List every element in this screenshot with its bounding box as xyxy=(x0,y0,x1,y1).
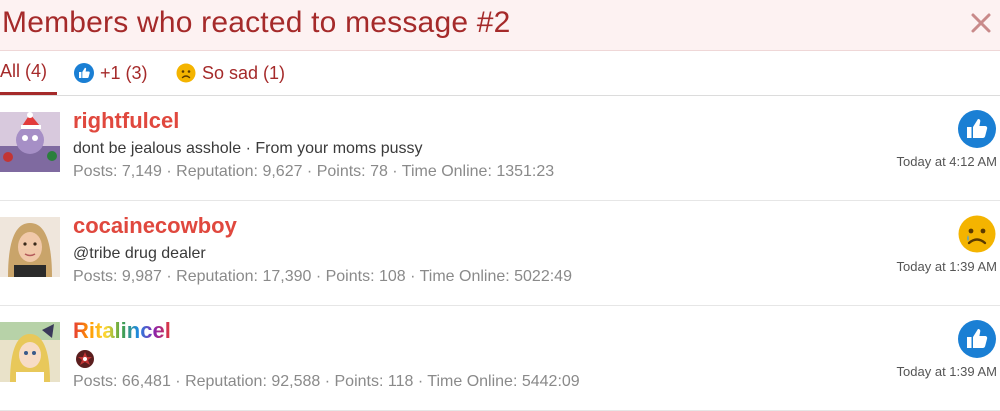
reaction-time: Today at 4:12 AM xyxy=(896,154,997,169)
tab-all-label: All (4) xyxy=(0,61,48,81)
thumbs-up-icon xyxy=(74,63,94,83)
avatar[interactable] xyxy=(0,322,60,382)
username-link[interactable]: Ritalincel xyxy=(73,318,171,344)
list-item: Ritalincel Posts: 66,481 · Reputation: 9… xyxy=(0,306,1000,411)
member-list: rightfulcel dont be jealous asshole · Fr… xyxy=(0,96,1000,411)
avatar[interactable] xyxy=(0,112,60,172)
reaction-tabs: All (4) +1 (3) So sad (1) xyxy=(0,51,1000,96)
tab-all[interactable]: All (4) xyxy=(0,51,58,95)
list-item: cocainecowboy @tribe drug dealer Posts: … xyxy=(0,201,1000,306)
username-link[interactable]: cocainecowboy xyxy=(73,213,237,239)
close-icon[interactable] xyxy=(970,12,992,34)
tab-so-sad[interactable]: So sad (1) xyxy=(176,51,285,95)
user-title: @tribe drug dealer xyxy=(73,245,206,262)
user-stats: Posts: 7,149 · Reputation: 9,627 · Point… xyxy=(73,163,555,180)
tab-so-sad-label: So sad (1) xyxy=(202,62,286,83)
user-stats: Posts: 9,987 · Reputation: 17,390 · Poin… xyxy=(73,268,572,285)
star-badge-icon xyxy=(76,350,94,368)
reaction-time: Today at 1:39 AM xyxy=(896,259,997,274)
thumbs-up-icon xyxy=(958,110,996,148)
user-title: dont be jealous asshole · From your moms… xyxy=(73,140,423,157)
overlay-title: Members who reacted to message #2 xyxy=(2,6,511,39)
username-link[interactable]: rightfulcel xyxy=(73,108,179,134)
sad-face-icon xyxy=(958,215,996,253)
tab-plus-one[interactable]: +1 (3) xyxy=(74,51,148,95)
avatar[interactable] xyxy=(0,217,60,277)
thumbs-up-icon xyxy=(958,320,996,358)
close-button[interactable] xyxy=(966,8,996,38)
reactions-overlay: Members who reacted to message #2 All (4… xyxy=(0,0,1000,411)
tab-plus-one-label: +1 (3) xyxy=(100,62,148,83)
sad-face-icon xyxy=(176,63,196,83)
reaction-time: Today at 1:39 AM xyxy=(896,364,997,379)
overlay-header: Members who reacted to message #2 xyxy=(0,0,1000,51)
list-item: rightfulcel dont be jealous asshole · Fr… xyxy=(0,96,1000,201)
user-stats: Posts: 66,481 · Reputation: 92,588 · Poi… xyxy=(73,373,580,390)
